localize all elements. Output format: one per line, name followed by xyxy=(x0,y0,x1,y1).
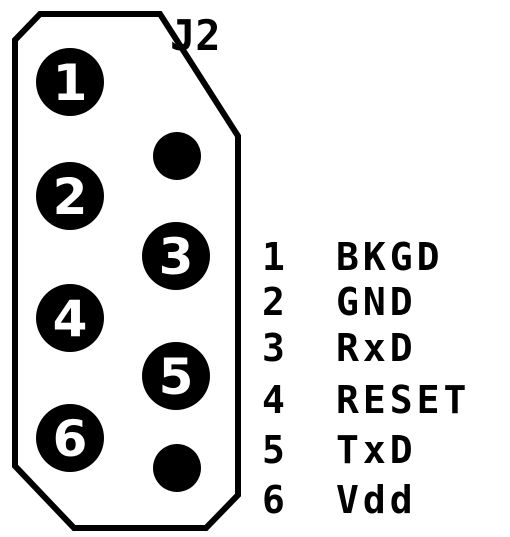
mounting-hole-top xyxy=(153,132,201,180)
pin-4-number: 4 xyxy=(53,290,88,348)
pin-3-number: 3 xyxy=(159,228,194,286)
pin-6-number: 6 xyxy=(53,410,88,468)
pin-1: 1 xyxy=(36,48,104,116)
legend-signal-2: GND xyxy=(336,280,417,324)
legend-number-2: 2 xyxy=(262,280,285,324)
legend-number-6: 6 xyxy=(262,478,285,522)
connector-designator: J2 xyxy=(170,11,221,60)
pin-1-number: 1 xyxy=(53,54,88,112)
pin-legend: 1 BKGD 2 GND 3 RxD 4 RESET 5 TxD 6 Vdd xyxy=(262,235,470,522)
mounting-hole-bottom xyxy=(153,444,201,492)
pin-4: 4 xyxy=(36,284,104,352)
legend-signal-4: RESET xyxy=(336,378,470,422)
legend-number-1: 1 xyxy=(262,235,285,279)
legend-signal-3: RxD xyxy=(336,326,417,370)
legend-number-4: 4 xyxy=(262,378,285,422)
legend-number-5: 5 xyxy=(262,428,285,472)
pin-2-number: 2 xyxy=(53,168,88,226)
legend-number-3: 3 xyxy=(262,326,285,370)
connector-diagram: J2 1 2 3 4 5 6 1 BKGD 2 GND 3 RxD 4 RESE… xyxy=(12,11,470,531)
legend-signal-6: Vdd xyxy=(336,478,417,522)
pin-5: 5 xyxy=(142,342,210,410)
pin-2: 2 xyxy=(36,162,104,230)
legend-signal-1: BKGD xyxy=(336,235,444,279)
pin-6: 6 xyxy=(36,404,104,472)
pin-3: 3 xyxy=(142,222,210,290)
legend-signal-5: TxD xyxy=(336,428,417,472)
pin-5-number: 5 xyxy=(159,348,194,406)
